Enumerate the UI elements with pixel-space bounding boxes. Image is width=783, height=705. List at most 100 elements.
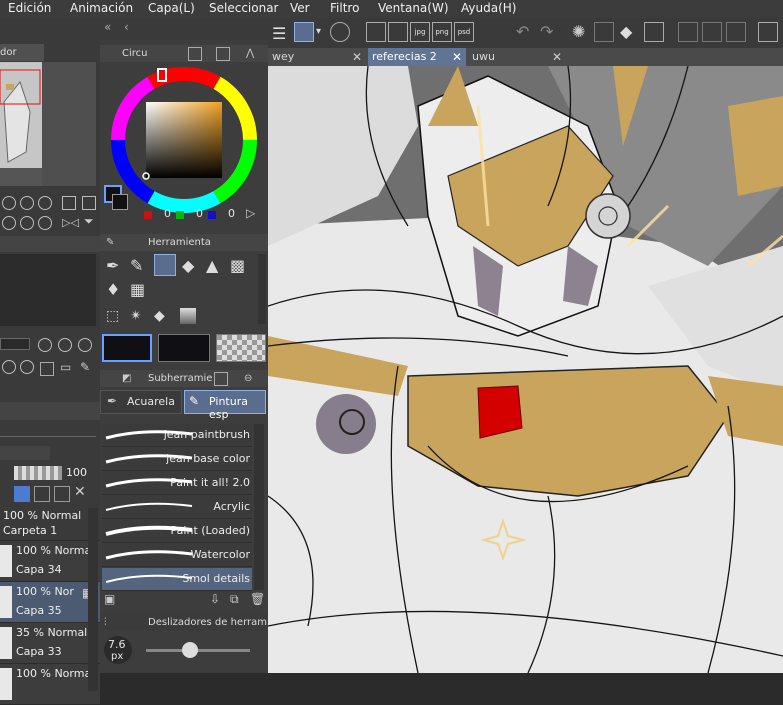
fill-tool-icon[interactable]: ◆ [154, 308, 165, 324]
select-icon[interactable] [294, 22, 314, 42]
clip-layer-icon[interactable] [54, 486, 70, 502]
sub-view-slider[interactable] [0, 338, 30, 350]
close-tab-icon[interactable]: ✕ [352, 48, 362, 66]
menu-capa[interactable]: Capa(L) [148, 1, 195, 15]
green-value[interactable]: 0 [196, 207, 203, 220]
red-value[interactable]: 0 [164, 207, 171, 220]
grid-toggle-icon[interactable] [758, 22, 778, 42]
fit-window-icon[interactable] [82, 196, 96, 210]
color-history-tab-icon[interactable] [216, 47, 230, 61]
pen-tool-icon[interactable]: ✒ [106, 256, 119, 275]
eyedropper-icon[interactable]: ✎ [80, 360, 90, 374]
navigator-preview[interactable] [0, 62, 96, 186]
slider-knob[interactable] [182, 642, 198, 658]
spiral-icon[interactable] [330, 22, 350, 42]
subtool-settings-icon[interactable]: ▣ [104, 592, 115, 606]
subtool-detail-tab-icon[interactable] [214, 372, 228, 386]
opacity-value[interactable]: 100 [66, 466, 87, 479]
zoom-in-icon[interactable] [20, 196, 34, 210]
layer-row[interactable]: 100 % Normal [0, 664, 100, 705]
airbrush-tool-icon[interactable]: ▲ [206, 256, 218, 275]
document-tab[interactable]: wey ✕ [268, 48, 366, 66]
brush-item[interactable]: jean paintbrush [102, 424, 252, 447]
sub-view-zoom-out-icon[interactable] [38, 338, 52, 352]
navigator-tab[interactable]: dor [0, 44, 44, 61]
brush-item-selected[interactable]: Smol details [102, 568, 252, 591]
menu-edicion[interactable]: Edición [8, 1, 51, 15]
sub-rotate2-icon[interactable] [20, 360, 34, 374]
sub-color-swatch[interactable] [112, 194, 128, 210]
subtool-tab-pintura[interactable]: ✎ Pintura esp [184, 390, 266, 421]
main-drawing-color[interactable] [102, 334, 152, 362]
flip-vertical-icon[interactable]: ⏷ [84, 214, 94, 229]
drawing-canvas[interactable] [268, 66, 783, 673]
menu-filtro[interactable]: Filtro [330, 1, 359, 15]
subtool-menu-icon[interactable]: ⊖ [244, 370, 252, 387]
loading-icon[interactable]: ✺ [572, 22, 585, 41]
brush-item[interactable]: Watercolor [102, 544, 252, 567]
layer-row[interactable]: 35 % Normal Capa 33 [0, 623, 100, 664]
flip-horizontal-icon[interactable]: ▷◁ [62, 216, 79, 229]
menu-ver[interactable]: Ver [290, 1, 310, 15]
brush-item[interactable]: jean base color [102, 448, 252, 471]
intermediate-color-tab-icon[interactable]: ⋀ [246, 45, 254, 62]
duplicate-icon[interactable]: ⧉ [230, 592, 239, 607]
collapse-icon[interactable]: « [104, 20, 111, 34]
ruler-icon[interactable] [726, 22, 746, 42]
brush-tool-icon[interactable] [154, 254, 176, 276]
color-wheel-tab[interactable]: Circu [122, 45, 148, 62]
fill-icon[interactable]: ◆ [620, 22, 632, 41]
more-options-icon[interactable]: ✕ [74, 484, 86, 500]
expand-icon[interactable]: ‹ [124, 20, 129, 34]
transform-icon[interactable] [644, 22, 664, 42]
brush-size-slider[interactable] [146, 642, 250, 658]
open-folder-icon[interactable]: ▭ [60, 360, 71, 374]
actual-size-icon[interactable] [62, 196, 76, 210]
menu-icon[interactable]: ☰ [272, 24, 286, 43]
open-icon[interactable] [388, 22, 408, 42]
close-tab-icon[interactable]: ✕ [552, 48, 562, 66]
snap-icon[interactable] [702, 22, 722, 42]
menu-seleccionar[interactable]: Seleccionar [209, 1, 278, 15]
subtool-tab-acuarela[interactable]: ✒ Acuarela [100, 390, 182, 414]
redo-icon[interactable]: ↷ [540, 22, 553, 41]
layers-scrollbar[interactable] [88, 508, 98, 691]
tool-scrollbar[interactable] [258, 254, 266, 324]
rotate-right-icon[interactable] [20, 216, 34, 230]
grid-icon[interactable] [40, 362, 54, 376]
hide-selection-icon[interactable] [678, 22, 698, 42]
pencil-tool-icon[interactable]: ✎ [130, 256, 143, 275]
lock-transparency-icon[interactable] [14, 486, 30, 502]
layer-row-selected[interactable]: 100 % Nor Capa 35 ▦ [0, 582, 100, 623]
clear-icon[interactable] [594, 22, 614, 42]
opacity-slider[interactable] [14, 466, 62, 480]
import-icon[interactable]: ⇩ [210, 592, 220, 606]
reference-layer-icon[interactable] [34, 486, 50, 502]
brush-list-scrollbar[interactable] [254, 424, 264, 590]
menu-ventana[interactable]: Ventana(W) [378, 1, 449, 15]
layer-folder-row[interactable]: 100 % Normal Carpeta 1 [0, 508, 100, 541]
document-tab-active[interactable]: referecias 2 [req] ✕ [368, 48, 466, 81]
reset-rotation-icon[interactable] [38, 216, 52, 230]
export-png-icon[interactable]: png [432, 22, 452, 42]
auto-select-tool-icon[interactable]: ✴ [130, 308, 142, 324]
selection-tool-icon[interactable]: ⬚ [106, 308, 119, 324]
new-file-icon[interactable] [366, 22, 386, 42]
blend-tool-icon[interactable]: ♦ [106, 280, 120, 299]
sub-drawing-color[interactable] [158, 334, 210, 362]
blue-value[interactable]: 0 [228, 207, 235, 220]
menu-animacion[interactable]: Animación [70, 1, 133, 15]
brush-item[interactable]: Paint it all! 2.0 [102, 472, 252, 495]
blend-mode-select[interactable] [0, 422, 96, 437]
delete-icon[interactable]: 🗑 [250, 592, 265, 606]
layer-row[interactable]: 100 % Normal Capa 34 [0, 541, 100, 582]
figure-tool-icon[interactable]: ▦ [130, 280, 145, 299]
undo-icon[interactable]: ↶ [516, 22, 529, 41]
fit-icon[interactable] [38, 196, 52, 210]
close-tab-icon[interactable]: ✕ [452, 48, 462, 66]
decoration-tool-icon[interactable]: ▩ [230, 256, 245, 275]
dropdown-icon[interactable]: ▾ [316, 26, 321, 37]
brush-item[interactable]: Acrylic [102, 496, 252, 519]
brush-item[interactable]: Paint (Loaded) [102, 520, 252, 543]
export-jpg-icon[interactable]: jpg [410, 22, 430, 42]
